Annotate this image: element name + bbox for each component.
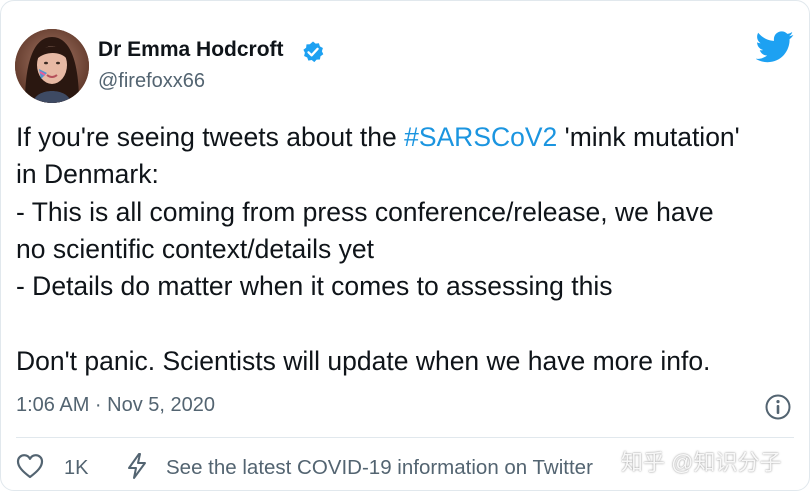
author-display-name[interactable]: Dr Emma Hodcroft [98, 38, 284, 62]
info-icon[interactable] [764, 393, 792, 421]
tweet-line: no scientific context/details yet [16, 233, 374, 264]
covid-info-label: See the latest COVID-19 information on T… [166, 456, 593, 479]
tweet-line: Don't panic. Scientists will update when… [16, 345, 711, 376]
tweet-card: Dr Emma Hodcroft @firefoxx66 If you're s… [0, 0, 810, 491]
verified-badge-icon [301, 40, 325, 64]
avatar-image [15, 29, 89, 103]
twitter-bird-icon[interactable] [755, 31, 794, 63]
tweet-line: - Details do matter when it comes to ass… [16, 271, 613, 302]
like-count: 1K [64, 456, 89, 479]
covid-info-link[interactable]: See the latest COVID-19 information on T… [125, 452, 593, 485]
tweet-text: If you're seeing tweets about the #SARSC… [16, 119, 806, 380]
tweet-timestamp[interactable]: 1:06 AM · Nov 5, 2020 [16, 394, 215, 417]
watermark: 知乎 @知识分子 [621, 450, 782, 475]
tweet-text-segment: If you're seeing tweets about the [16, 122, 405, 152]
avatar[interactable] [15, 29, 89, 103]
tweet-line: in Denmark: [16, 159, 159, 190]
tweet-line: - This is all coming from press conferen… [16, 196, 714, 227]
like-button[interactable]: 1K [16, 453, 88, 483]
tweet-text-segment: 'mink mutation' [557, 122, 740, 152]
heart-icon [16, 453, 44, 484]
author-handle[interactable]: @firefoxx66 [98, 70, 205, 93]
tweet-line: If you're seeing tweets about the #SARSC… [16, 119, 806, 156]
hashtag-link[interactable]: #SARSCoV2 [404, 122, 557, 152]
lightning-icon [125, 452, 149, 485]
divider [16, 437, 794, 438]
